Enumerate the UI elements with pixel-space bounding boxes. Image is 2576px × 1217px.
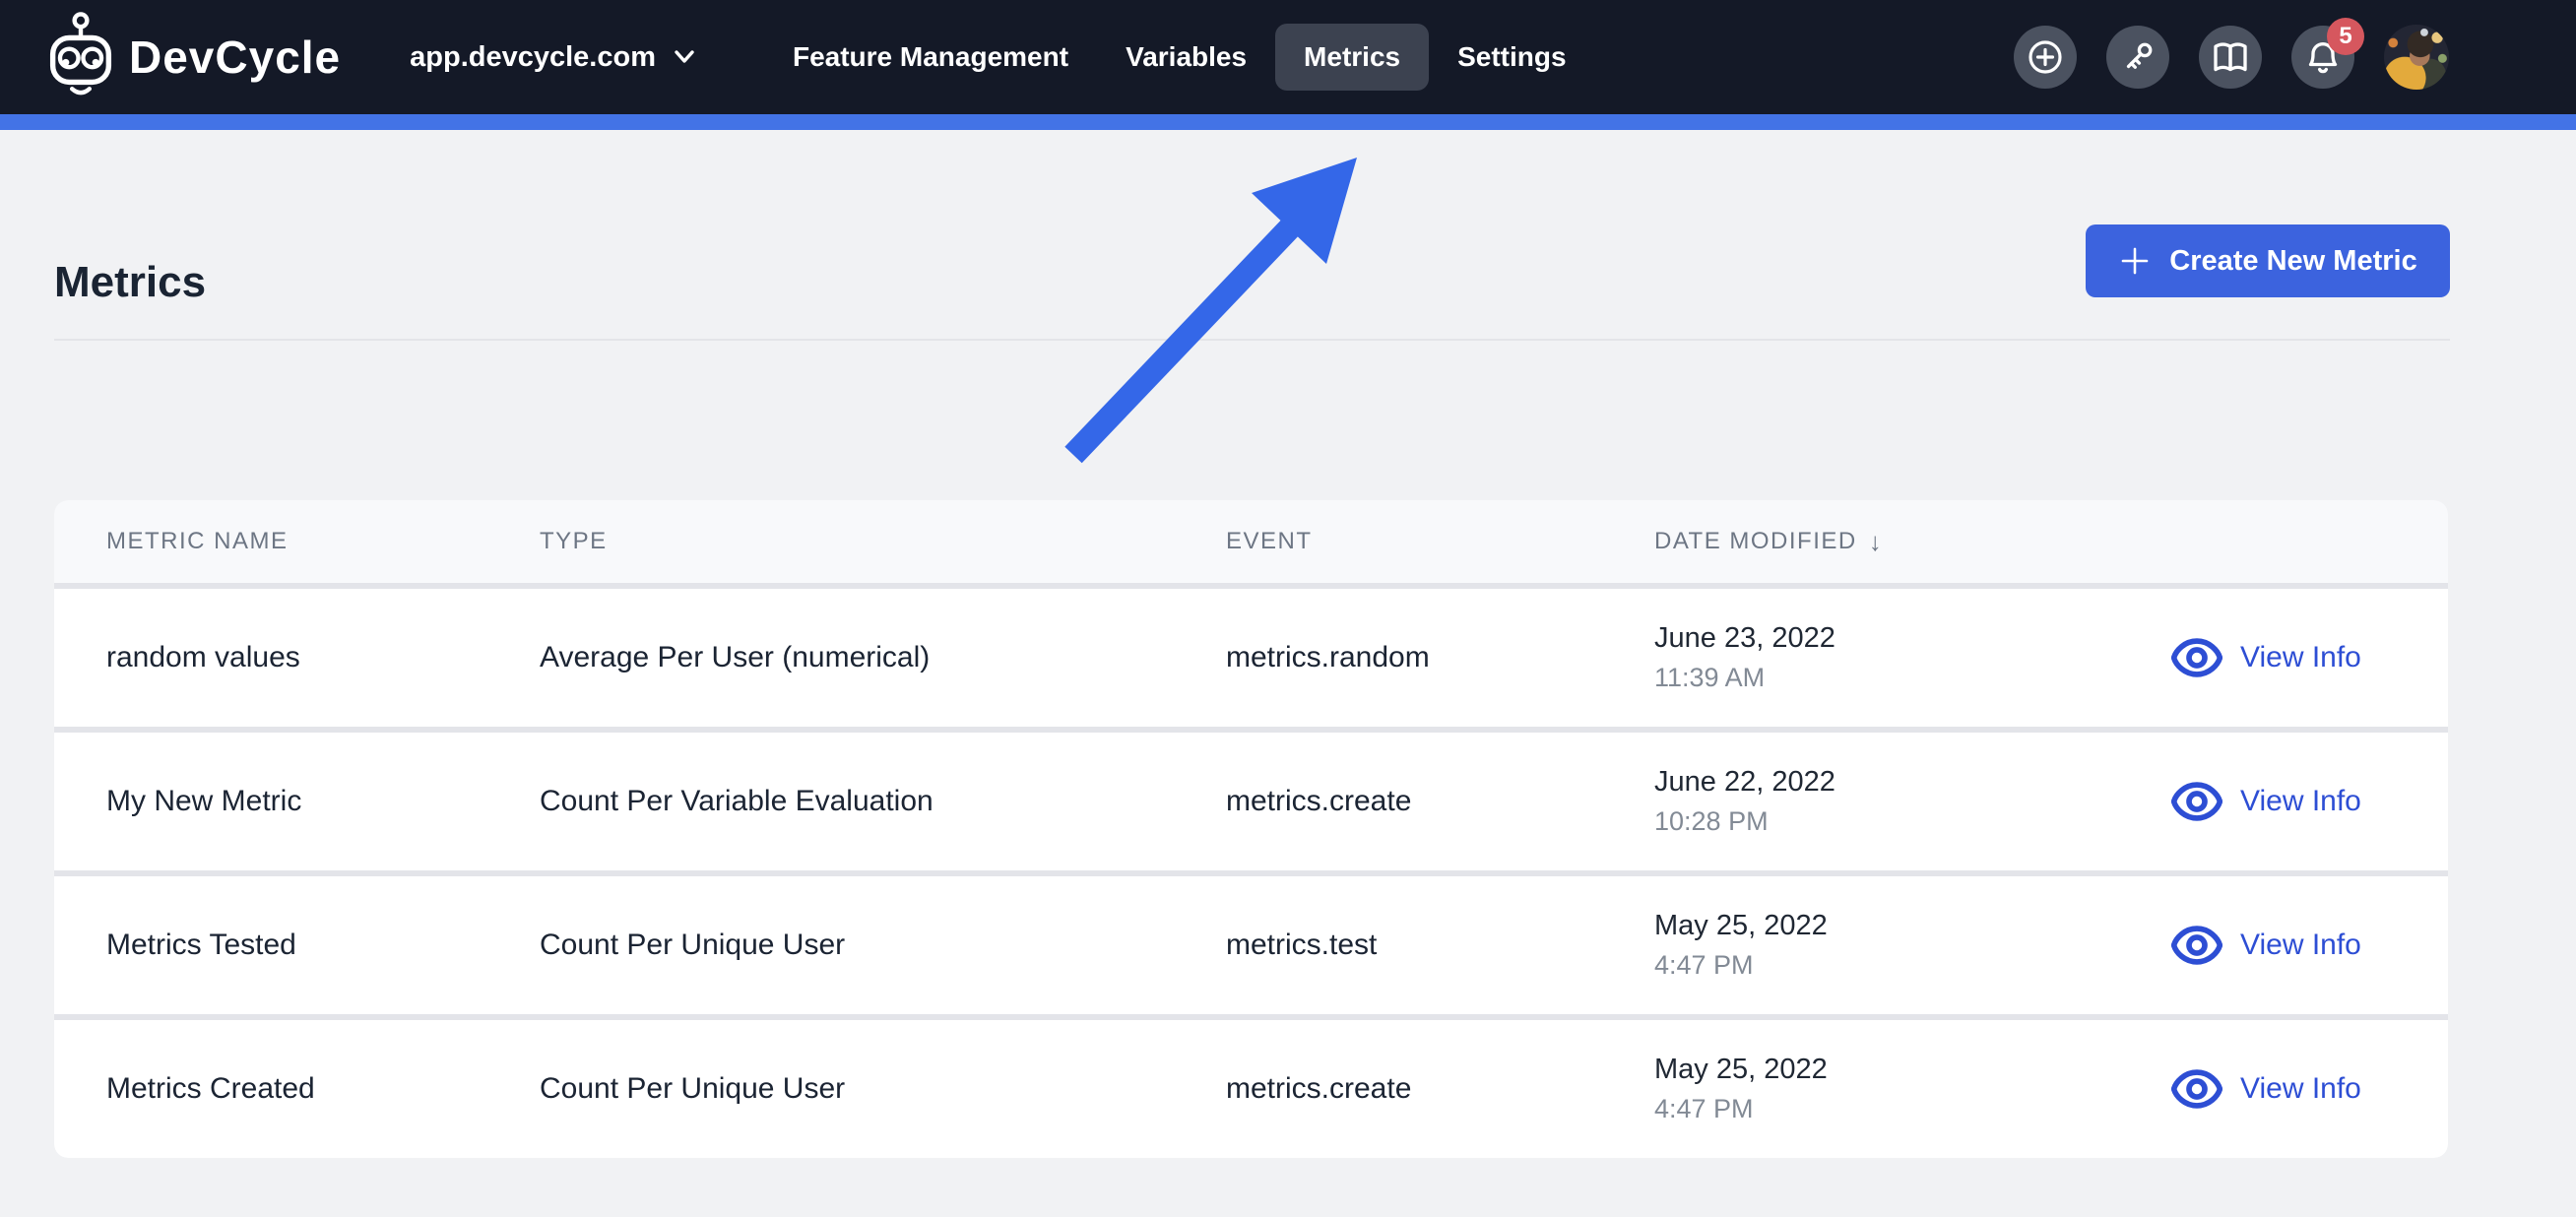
date-modified-cell: June 23, 2022 11:39 AM	[1654, 622, 1835, 692]
view-info-link[interactable]: View Info	[2171, 636, 2448, 679]
table-header-row: METRIC NAME TYPE EVENT DATE MODIFIED ↓	[54, 500, 2448, 583]
accent-bar	[0, 114, 2576, 130]
plus-icon	[2121, 247, 2149, 275]
nav-item-variables[interactable]: Variables	[1097, 24, 1275, 91]
date-modified-cell: May 25, 2022 4:47 PM	[1654, 910, 1828, 980]
notification-badge: 5	[2327, 18, 2364, 55]
metric-type-cell: Count Per Unique User	[540, 1072, 846, 1105]
nav-actions: 5	[2014, 18, 2449, 90]
column-header-type[interactable]: TYPE	[540, 528, 1226, 555]
user-avatar[interactable]	[2384, 25, 2449, 90]
add-button[interactable]	[2014, 26, 2077, 89]
table-row: My New Metric Count Per Variable Evaluat…	[54, 733, 2448, 870]
devcycle-robot-icon	[44, 11, 117, 103]
org-switcher-dropdown[interactable]: app.devcycle.com	[410, 41, 699, 74]
top-nav: DevCycle app.devcycle.com Feature Manage…	[0, 0, 2576, 114]
metric-name-cell: Metrics Tested	[106, 929, 296, 961]
metric-name-cell: random values	[106, 641, 300, 673]
nav-item-metrics[interactable]: Metrics	[1275, 24, 1430, 91]
view-info-link[interactable]: View Info	[2171, 1067, 2448, 1111]
chevron-down-icon	[675, 50, 694, 63]
table-row: Metrics Tested Count Per Unique User met…	[54, 876, 2448, 1014]
create-new-metric-label: Create New Metric	[2169, 244, 2417, 277]
date-modified-cell: May 25, 2022 4:47 PM	[1654, 1054, 1828, 1123]
table-row: Metrics Created Count Per Unique User me…	[54, 1020, 2448, 1158]
metric-event-cell: metrics.random	[1226, 641, 1430, 673]
plus-circle-icon	[2029, 40, 2062, 74]
metric-type-cell: Count Per Variable Evaluation	[540, 785, 934, 817]
notifications-button[interactable]: 5	[2291, 18, 2364, 89]
metric-event-cell: metrics.create	[1226, 785, 1412, 817]
api-keys-button[interactable]	[2106, 26, 2169, 89]
eye-icon	[2171, 1069, 2222, 1109]
metric-type-cell: Average Per User (numerical)	[540, 641, 931, 673]
org-label: app.devcycle.com	[410, 40, 656, 73]
docs-button[interactable]	[2199, 26, 2262, 89]
table-body: random values Average Per User (numerica…	[54, 589, 2448, 1158]
divider	[54, 339, 2450, 341]
metrics-table: METRIC NAME TYPE EVENT DATE MODIFIED ↓ r…	[54, 500, 2448, 1158]
metric-type-cell: Count Per Unique User	[540, 929, 846, 961]
column-header-metric-name[interactable]: METRIC NAME	[106, 528, 540, 555]
nav-item-feature-management[interactable]: Feature Management	[764, 24, 1097, 91]
column-header-event[interactable]: EVENT	[1226, 528, 1654, 555]
eye-icon	[2171, 782, 2222, 821]
date-modified-cell: June 22, 2022 10:28 PM	[1654, 766, 1835, 836]
view-info-link[interactable]: View Info	[2171, 924, 2448, 967]
brand-logo[interactable]: DevCycle	[44, 11, 342, 103]
nav-item-settings[interactable]: Settings	[1429, 24, 1594, 91]
book-icon	[2214, 42, 2247, 72]
primary-nav: Feature Management Variables Metrics Set…	[764, 24, 1595, 91]
create-new-metric-button[interactable]: Create New Metric	[2086, 224, 2450, 297]
eye-icon	[2171, 926, 2222, 965]
metric-event-cell: metrics.create	[1226, 1072, 1412, 1105]
table-row: random values Average Per User (numerica…	[54, 589, 2448, 727]
brand-name: DevCycle	[129, 32, 342, 83]
metric-event-cell: metrics.test	[1226, 929, 1378, 961]
page-title: Metrics	[54, 258, 207, 306]
view-info-link[interactable]: View Info	[2171, 780, 2448, 823]
sort-descending-icon: ↓	[1868, 526, 1884, 556]
eye-icon	[2171, 638, 2222, 677]
metric-name-cell: Metrics Created	[106, 1072, 315, 1105]
column-header-date-modified[interactable]: DATE MODIFIED ↓	[1654, 527, 2171, 557]
key-icon	[2126, 42, 2153, 69]
metric-name-cell: My New Metric	[106, 785, 302, 817]
